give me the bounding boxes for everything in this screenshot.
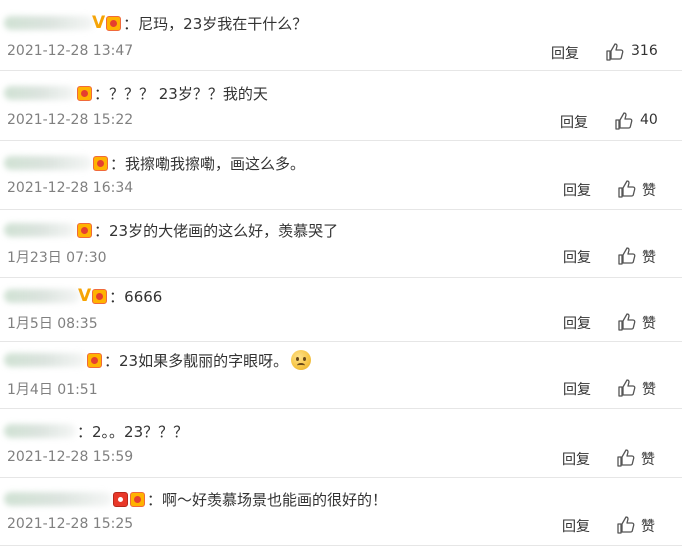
user-name-blurred[interactable]	[4, 223, 76, 237]
fan-badge-icon	[77, 222, 92, 238]
comment-line: ：23如果多靓丽的字眼呀。	[0, 347, 312, 373]
emoji-icon	[291, 350, 312, 370]
comment-text: ：6666	[109, 287, 163, 306]
comment-text: ：？？？ 23岁？？我的天	[94, 84, 268, 103]
like-count: 40	[640, 112, 658, 128]
user-name-blurred[interactable]	[4, 289, 80, 303]
comment-meta: 2021-12-28 16:34 回复 赞	[0, 177, 682, 201]
user-name-blurred[interactable]	[4, 492, 112, 506]
fan-badge-icon	[106, 15, 122, 31]
comment-meta: 2021-12-28 15:25 回复 赞	[0, 513, 682, 537]
like-count: 赞	[642, 316, 656, 332]
like-count: 赞	[642, 250, 656, 266]
comment-line: V ：6666	[0, 283, 162, 309]
divider	[0, 545, 682, 546]
fan-badge-icon	[93, 155, 108, 171]
comment-line: ：啊～好羡慕场景也能画的很好的！	[0, 486, 387, 512]
thumbs-up-icon[interactable]	[617, 312, 637, 332]
comment-meta: 1月23日 07:30 回复 赞	[0, 244, 682, 268]
comment-meta: 1月4日 01:51 回复 赞	[0, 376, 682, 400]
comment-time: 1月5日 08:35	[7, 316, 98, 332]
comment-time: 1月4日 01:51	[7, 382, 98, 398]
user-name-blurred[interactable]	[4, 86, 76, 100]
comment-time: 1月23日 07:30	[7, 250, 107, 266]
divider	[0, 341, 682, 342]
comment-meta: 2021-12-28 13:47 回复 316	[0, 40, 682, 64]
comment-text: ：我擦嘞我擦嘞，画这么多。	[110, 154, 306, 173]
comment-line: ：我擦嘞我擦嘞，画这么多。	[0, 150, 305, 176]
divider	[0, 70, 682, 71]
divider	[0, 408, 682, 409]
comment-time: 2021-12-28 15:22	[7, 112, 134, 128]
comment-text: ：尼玛，23岁我在干什么？	[123, 14, 308, 33]
like-count: 赞	[642, 183, 656, 199]
comment-meta: 2021-12-28 15:22 回复 40	[0, 109, 682, 133]
thumbs-up-icon[interactable]	[617, 378, 637, 398]
like-count: 赞	[641, 519, 655, 535]
comment-time: 2021-12-28 16:34	[7, 180, 134, 196]
divider	[0, 140, 682, 141]
comment-time: 2021-12-28 15:25	[7, 516, 134, 532]
comment-time: 2021-12-28 13:47	[7, 43, 134, 59]
user-name-blurred[interactable]	[4, 424, 76, 438]
user-name-blurred[interactable]	[4, 16, 94, 30]
reply-button[interactable]: 回复	[563, 313, 591, 333]
reply-button[interactable]: 回复	[563, 247, 591, 267]
red-badge-icon	[113, 491, 128, 507]
comment-time: 2021-12-28 15:59	[7, 449, 134, 465]
fan-badge-icon	[130, 491, 145, 507]
divider	[0, 277, 682, 278]
reply-button[interactable]: 回复	[560, 112, 588, 132]
divider	[0, 477, 682, 478]
fan-badge-icon	[92, 288, 108, 304]
reply-button[interactable]: 回复	[551, 43, 579, 63]
reply-button[interactable]: 回复	[563, 180, 591, 200]
like-count: 赞	[641, 452, 655, 468]
comment-line: ：2。。23？？？	[0, 418, 188, 444]
like-count: 316	[631, 43, 658, 59]
user-name-blurred[interactable]	[4, 156, 92, 170]
comment-text: ：23如果多靓丽的字眼呀。	[104, 351, 289, 370]
divider	[0, 209, 682, 210]
user-name-blurred[interactable]	[4, 353, 86, 367]
thumbs-up-icon[interactable]	[616, 515, 636, 535]
reply-button[interactable]: 回复	[562, 449, 590, 469]
thumbs-up-icon[interactable]	[605, 42, 625, 62]
thumbs-up-icon[interactable]	[617, 179, 637, 199]
thumbs-up-icon[interactable]	[614, 111, 634, 131]
comment-line: ：？？？ 23岁？？我的天	[0, 80, 268, 106]
comment-meta: 2021-12-28 15:59 回复 赞	[0, 446, 682, 470]
comment-line: ：23岁的大佬画的这么好，羡慕哭了	[0, 217, 338, 243]
thumbs-up-icon[interactable]	[616, 448, 636, 468]
reply-button[interactable]: 回复	[562, 516, 590, 536]
comment-text: ：啊～好羡慕场景也能画的很好的！	[147, 490, 388, 509]
comment-text: ：23岁的大佬画的这么好，羡慕哭了	[94, 221, 339, 240]
comment-line: V ：尼玛，23岁我在干什么？	[0, 10, 307, 36]
comment-text: ：2。。23？？？	[77, 422, 189, 441]
comment-meta: 1月5日 08:35 回复 赞	[0, 310, 682, 334]
fan-badge-icon	[77, 85, 92, 101]
fan-badge-icon	[87, 352, 102, 368]
like-count: 赞	[642, 382, 656, 398]
thumbs-up-icon[interactable]	[617, 246, 637, 266]
reply-button[interactable]: 回复	[563, 379, 591, 399]
